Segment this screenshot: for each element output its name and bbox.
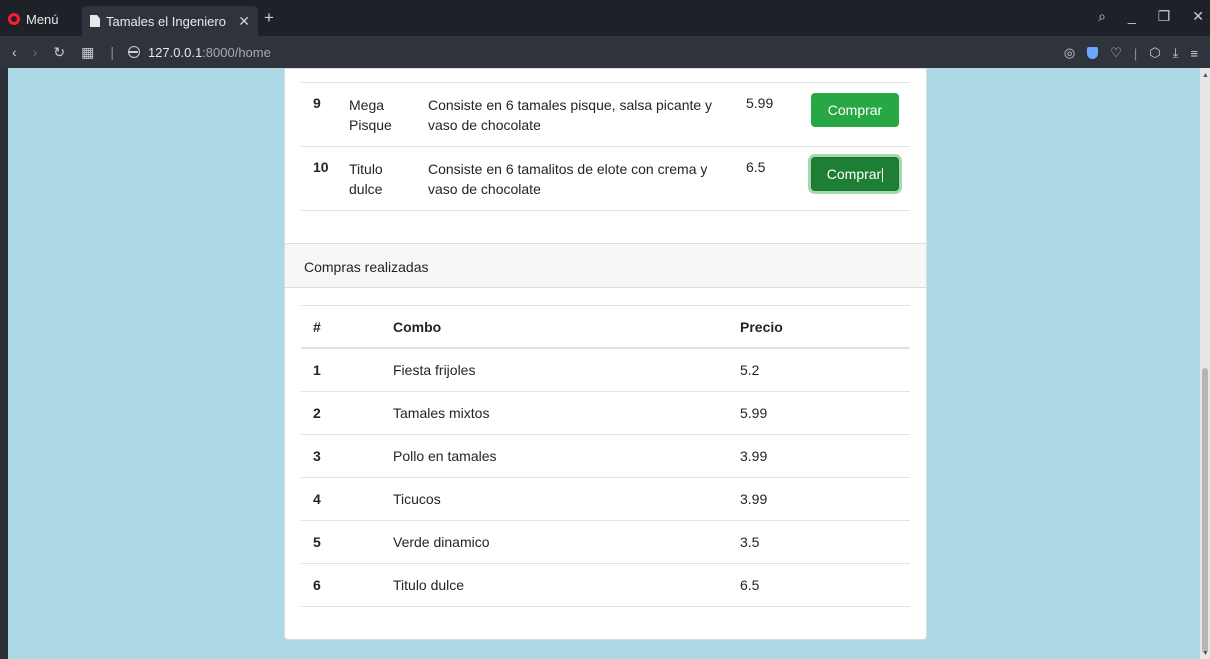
tab-title: Tamales el Ingeniero — [106, 13, 226, 29]
browser-tab-bar: Menú Tamales el Ingeniero ✕ + ⌕ _ ❐ ✕ — [0, 0, 1210, 36]
combo-description: Consiste en 6 tamalitos de elote con cre… — [428, 161, 708, 197]
buy-button[interactable]: Comprar — [811, 93, 899, 127]
order-combo: Fiesta frijoles — [393, 362, 476, 378]
globe-icon — [127, 46, 140, 58]
extensions-icon[interactable]: ⬡ — [1149, 45, 1160, 61]
buy-button-label: Comprar — [826, 165, 882, 182]
order-number: 4 — [313, 491, 321, 507]
table-row: 4 Ticucos 3.99 — [301, 478, 910, 521]
adblock-shield-icon[interactable] — [1087, 47, 1099, 59]
order-number: 1 — [313, 362, 321, 378]
orders-table: # Combo Precio 1 Fiesta frijoles 5.2 2 T… — [301, 305, 910, 607]
speed-dial-icon[interactable]: ▦ — [81, 44, 94, 61]
scroll-down-arrow-icon[interactable]: ▼ — [1202, 650, 1209, 657]
window-controls: ⌕ _ ❐ ✕ — [1098, 8, 1204, 25]
orders-table-header: # Combo Precio — [301, 305, 910, 349]
scroll-thumb[interactable] — [1202, 368, 1208, 653]
content-card: 9 Mega Pisque Consiste en 6 tamales pisq… — [284, 68, 927, 640]
new-tab-icon[interactable]: + — [264, 8, 274, 28]
url-path: :8000/home — [202, 44, 271, 60]
menu-label: Menú — [26, 11, 59, 27]
order-price: 5.99 — [740, 405, 768, 421]
order-combo: Ticucos — [393, 491, 441, 507]
reload-icon[interactable]: ↻ — [53, 44, 65, 61]
table-row: 1 Fiesta frijoles 5.2 — [301, 349, 910, 392]
address-bar: ‹ › ↻ ▦ | 127.0.0.1:8000/home ◎ ♡ | ⬡ ⤓ … — [0, 36, 1210, 68]
combo-price: 6.5 — [746, 159, 766, 175]
browser-tab[interactable]: Tamales el Ingeniero ✕ — [82, 6, 258, 36]
page-scrollbar[interactable]: ▲ ▼ — [1200, 68, 1210, 659]
page-viewport: 9 Mega Pisque Consiste en 6 tamales pisq… — [8, 68, 1200, 659]
order-price: 3.99 — [740, 448, 768, 464]
back-icon[interactable]: ‹ — [12, 44, 17, 60]
order-number: 2 — [313, 405, 321, 421]
order-price: 5.2 — [740, 362, 760, 378]
document-icon — [90, 15, 100, 27]
combo-price: 5.99 — [746, 95, 774, 111]
header-price: Precio — [740, 319, 783, 335]
close-window-icon[interactable]: ✕ — [1192, 8, 1204, 25]
order-combo: Pollo en tamales — [393, 448, 497, 464]
combo-number: 9 — [313, 95, 321, 111]
forward-icon[interactable]: › — [33, 44, 38, 60]
combo-row: 10 Titulo dulce Consiste en 6 tamalitos … — [301, 147, 910, 211]
easy-setup-icon[interactable]: ≡ — [1190, 46, 1198, 61]
separator: | — [1133, 45, 1138, 61]
minimize-icon[interactable]: _ — [1128, 8, 1136, 25]
order-combo: Verde dinamico — [393, 534, 490, 550]
order-number: 3 — [313, 448, 321, 464]
order-number: 6 — [313, 577, 321, 593]
search-tabs-icon[interactable]: ⌕ — [1098, 8, 1106, 25]
order-combo: Titulo dulce — [393, 577, 465, 593]
buy-button[interactable]: Comprar — [811, 157, 899, 191]
text-cursor — [882, 168, 884, 183]
table-row: 2 Tamales mixtos 5.99 — [301, 392, 910, 435]
order-combo: Tamales mixtos — [393, 405, 490, 421]
download-icon[interactable]: ⤓ — [1173, 45, 1179, 61]
combo-name: Titulo dulce — [349, 161, 383, 197]
browser-menu-button[interactable]: Menú — [8, 10, 59, 28]
close-tab-icon[interactable]: ✕ — [238, 13, 250, 30]
header-combo: Combo — [393, 319, 442, 335]
heart-icon[interactable]: ♡ — [1110, 45, 1122, 61]
table-row: 5 Verde dinamico 3.5 — [301, 521, 910, 564]
separator: | — [110, 44, 114, 60]
restore-icon[interactable]: ❐ — [1158, 8, 1171, 25]
orders-section-header: Compras realizadas — [285, 243, 926, 288]
address-bar-tools: ◎ ♡ | ⬡ ⤓ ≡ — [1064, 45, 1198, 61]
table-row: 3 Pollo en tamales 3.99 — [301, 435, 910, 478]
order-price: 3.5 — [740, 534, 760, 550]
order-price: 3.99 — [740, 491, 768, 507]
combo-row: 9 Mega Pisque Consiste en 6 tamales pisq… — [301, 83, 910, 147]
combo-description: Consiste en 6 tamales pisque, salsa pica… — [428, 97, 713, 133]
table-row: 6 Titulo dulce 6.5 — [301, 564, 910, 607]
header-number: # — [313, 319, 321, 335]
url-host: 127.0.0.1 — [147, 44, 203, 60]
order-number: 5 — [313, 534, 321, 550]
url-field[interactable]: 127.0.0.1:8000/home — [127, 44, 271, 60]
snapshot-icon[interactable]: ◎ — [1064, 45, 1075, 61]
opera-logo-icon — [8, 13, 20, 25]
scroll-up-arrow-icon[interactable]: ▲ — [1202, 72, 1209, 79]
order-price: 6.5 — [740, 577, 760, 593]
combo-number: 10 — [313, 159, 329, 175]
navigation-controls: ‹ › ↻ ▦ | — [0, 44, 114, 61]
combo-name: Mega Pisque — [349, 97, 392, 133]
